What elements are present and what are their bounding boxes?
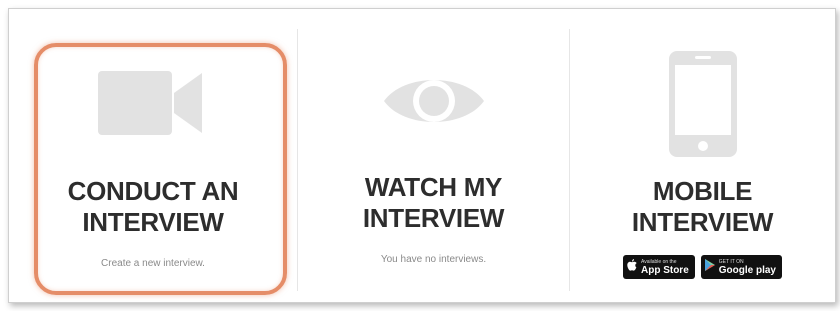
google-play-badge[interactable]: GET IT ON Google play bbox=[700, 255, 782, 279]
google-play-badge-text: GET IT ON Google play bbox=[718, 258, 776, 276]
mobile-interview-tile[interactable]: MOBILE INTERVIEW Available on the App St… bbox=[570, 9, 835, 304]
smartphone-icon bbox=[570, 51, 835, 162]
app-store-badge-text: Available on the App Store bbox=[640, 258, 689, 276]
apple-icon bbox=[627, 258, 637, 276]
selection-highlight bbox=[34, 43, 287, 295]
watch-interview-tile[interactable]: WATCH MY INTERVIEW You have no interview… bbox=[298, 9, 569, 304]
interview-options-panel: CONDUCT AN INTERVIEW Create a new interv… bbox=[8, 8, 836, 303]
watch-interview-title: WATCH MY INTERVIEW bbox=[362, 172, 505, 233]
mobile-interview-title: MOBILE INTERVIEW bbox=[631, 176, 774, 237]
store-badges: Available on the App Store GET IT ON Goo… bbox=[570, 255, 835, 279]
play-icon bbox=[704, 258, 715, 276]
app-store-badge[interactable]: Available on the App Store bbox=[622, 255, 695, 279]
eye-icon bbox=[298, 69, 569, 138]
watch-interview-subtitle: You have no interviews. bbox=[380, 254, 487, 265]
